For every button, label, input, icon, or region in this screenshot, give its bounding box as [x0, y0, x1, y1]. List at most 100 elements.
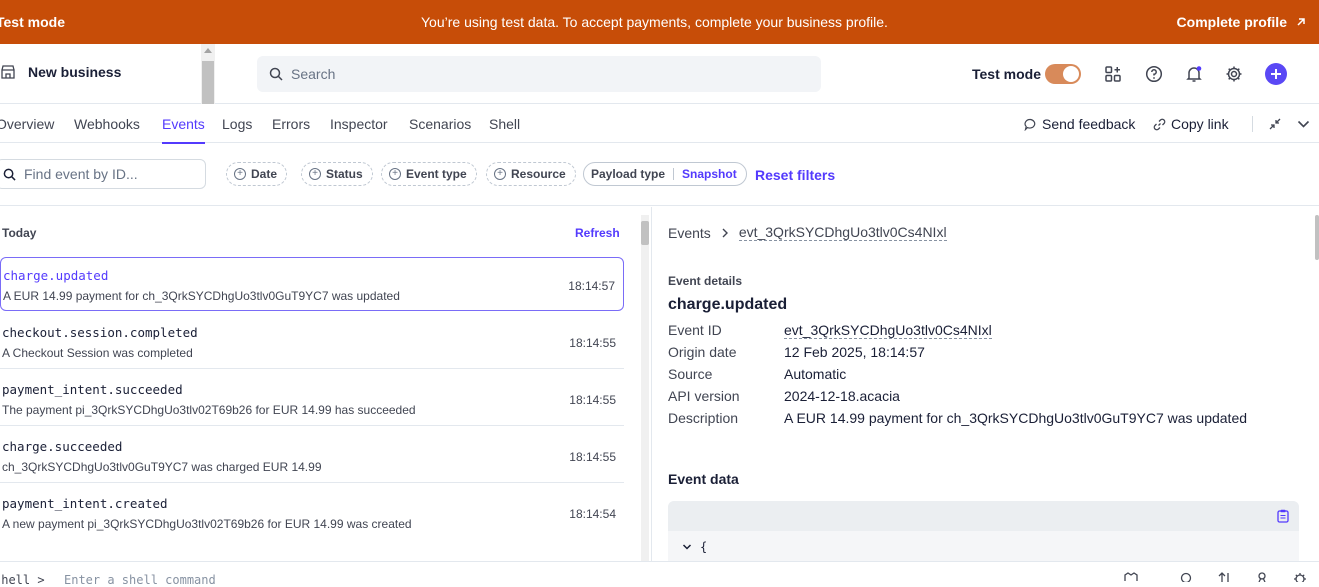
event-row[interactable]: payment_intent.created A new payment pi_…	[0, 486, 624, 540]
test-mode-label: Test mode	[972, 66, 1041, 82]
tab-webhooks[interactable]: Webhooks	[74, 116, 140, 132]
event-time: 18:14:55	[569, 393, 616, 407]
events-scrollbar[interactable]	[641, 215, 649, 561]
tab-shell[interactable]: Shell	[489, 116, 520, 132]
collapse-icon[interactable]	[1269, 118, 1281, 130]
chevron-right-icon	[722, 228, 728, 237]
scrollbar-thumb[interactable]	[202, 61, 214, 104]
tab-errors[interactable]: Errors	[272, 116, 310, 132]
breadcrumb: Events evt_3QrkSYCDhgUo3tlv0Cs4NIxl	[668, 224, 947, 241]
filter-resource[interactable]: + Resource	[486, 162, 576, 186]
filter-event-type[interactable]: + Event type	[381, 162, 477, 186]
field-value: 2024-12-18.acacia	[784, 388, 900, 404]
sidebar-scrollbar[interactable]	[201, 44, 215, 104]
event-row[interactable]: charge.succeeded ch_3QrkSYCDhgUo3tlv0GuT…	[0, 429, 624, 483]
test-mode-toggle[interactable]	[1045, 64, 1081, 84]
notifications-bell-icon[interactable]	[1182, 62, 1206, 86]
find-event-box[interactable]	[0, 159, 206, 189]
event-row[interactable]: payment_intent.succeeded The payment pi_…	[0, 372, 624, 426]
layout-icon[interactable]	[1124, 572, 1138, 582]
event-name: checkout.session.completed	[2, 325, 198, 340]
tab-overview[interactable]: Overview	[0, 116, 54, 132]
filter-status-label: Status	[326, 167, 363, 181]
shell-prompt: shell >	[0, 573, 45, 587]
settings-gear-icon[interactable]	[1293, 572, 1307, 582]
event-description: A new payment pi_3QrkSYCDhgUo3tlv02T69b2…	[2, 517, 412, 531]
scrollbar-thumb[interactable]	[641, 221, 649, 245]
event-time: 18:14:55	[569, 450, 616, 464]
event-description: ch_3QrkSYCDhgUo3tlv0GuT9YC7 was charged …	[2, 460, 322, 474]
field-label: API version	[668, 388, 740, 404]
tab-inspector[interactable]: Inspector	[330, 116, 388, 132]
event-name: payment_intent.succeeded	[2, 382, 183, 397]
filter-payload-type[interactable]: Payload type Snapshot	[583, 162, 747, 186]
create-plus-button[interactable]	[1265, 63, 1287, 85]
event-description: A Checkout Session was completed	[2, 346, 193, 360]
banner-mode-label: Test mode	[0, 14, 65, 30]
copy-link-button[interactable]: Copy link	[1153, 116, 1229, 132]
search-icon	[3, 168, 16, 181]
event-time: 18:14:55	[569, 336, 616, 350]
store-icon	[1, 65, 15, 79]
field-value: 12 Feb 2025, 18:14:57	[784, 344, 925, 360]
breadcrumb-events[interactable]: Events	[668, 225, 711, 241]
help-icon[interactable]	[1142, 62, 1166, 86]
field-label: Origin date	[668, 344, 737, 360]
complete-profile-link[interactable]: Complete profile	[1177, 14, 1307, 30]
top-bar: New business Test mode	[0, 44, 1319, 104]
detail-scrollbar[interactable]	[1315, 215, 1319, 260]
filter-status[interactable]: + Status	[301, 162, 373, 186]
code-text: {	[700, 540, 708, 554]
pin-icon[interactable]	[1256, 572, 1268, 582]
event-data-heading: Event data	[668, 471, 739, 487]
events-list-pane: Today Refresh charge.updated A EUR 14.99…	[0, 207, 652, 561]
field-value: Automatic	[784, 366, 847, 382]
payload-type-label: Payload type	[591, 167, 666, 181]
search-input[interactable]	[291, 66, 791, 82]
link-icon	[1153, 118, 1166, 130]
tab-logs[interactable]: Logs	[222, 116, 252, 132]
plus-circle-icon: +	[309, 168, 321, 180]
chevron-down-icon[interactable]	[1297, 119, 1310, 129]
field-label: Description	[668, 410, 739, 426]
arrow-up-right-icon	[1297, 18, 1305, 26]
tab-scenarios[interactable]: Scenarios	[409, 116, 471, 132]
refresh-button[interactable]: Refresh	[575, 226, 620, 240]
reset-filters-button[interactable]: Reset filters	[755, 167, 835, 183]
event-row[interactable]: checkout.session.completed A Checkout Se…	[0, 315, 624, 369]
event-row[interactable]: charge.updated A EUR 14.99 payment for c…	[0, 257, 624, 311]
send-feedback-label: Send feedback	[1042, 116, 1136, 132]
shell-input[interactable]: Enter a shell command	[64, 573, 216, 587]
business-switcher[interactable]: New business	[0, 64, 121, 80]
event-description: The payment pi_3QrkSYCDhgUo3tlv02T69b26 …	[2, 403, 416, 417]
scroll-up-arrow-icon[interactable]	[204, 48, 212, 53]
test-mode-banner: Test mode You’re using test data. To acc…	[0, 0, 1319, 44]
copy-clipboard-icon[interactable]	[1277, 509, 1289, 523]
payload-type-value: Snapshot	[682, 167, 737, 181]
filter-date-label: Date	[251, 167, 278, 181]
event-title: charge.updated	[668, 296, 788, 313]
event-name: charge.updated	[3, 268, 109, 283]
apps-icon[interactable]	[1101, 62, 1125, 86]
code-toolbar	[668, 501, 1299, 531]
find-event-input[interactable]	[24, 166, 194, 182]
global-search[interactable]	[257, 56, 821, 92]
tab-events[interactable]: Events	[162, 116, 205, 144]
filter-event-type-label: Event type	[406, 167, 467, 181]
field-value: A EUR 14.99 payment for ch_3QrkSYCDhgUo3…	[784, 410, 1248, 426]
chevron-down-icon[interactable]	[682, 543, 692, 551]
divider	[1252, 116, 1253, 132]
plus-circle-icon: +	[234, 168, 246, 180]
sort-arrows-icon[interactable]	[1218, 572, 1232, 582]
settings-gear-icon[interactable]	[1222, 62, 1246, 86]
filter-resource-label: Resource	[511, 167, 566, 181]
event-name: payment_intent.created	[2, 496, 168, 511]
field-value-event-id[interactable]: evt_3QrkSYCDhgUo3tlv0Cs4NIxl	[784, 322, 992, 339]
search-icon[interactable]	[1180, 572, 1192, 582]
send-feedback-button[interactable]: Send feedback	[1024, 116, 1135, 132]
event-detail-pane: Events evt_3QrkSYCDhgUo3tlv0Cs4NIxl Even…	[653, 207, 1319, 561]
breadcrumb-event-id[interactable]: evt_3QrkSYCDhgUo3tlv0Cs4NIxl	[738, 224, 947, 241]
filters-bar: + Date + Status + Event type + Resource Payl…	[0, 143, 1319, 206]
event-description: A EUR 14.99 payment for ch_3QrkSYCDhgUo3…	[3, 289, 400, 303]
filter-date[interactable]: + Date	[226, 162, 288, 186]
